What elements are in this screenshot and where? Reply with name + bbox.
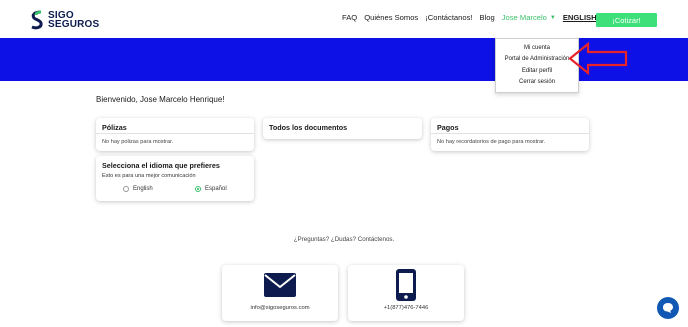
annotation-arrow-icon (568, 42, 628, 75)
user-name: Jose Marcelo (501, 13, 547, 22)
logo-icon (31, 10, 43, 30)
radio-english[interactable]: English (123, 186, 153, 192)
brand-logo[interactable]: SIGO SEGUROS (30, 9, 99, 31)
divider (96, 133, 254, 134)
radio-espanol-label: Español (205, 186, 227, 192)
email-address: info@sigoseguros.com (250, 305, 310, 311)
menu-item-editar-perfil[interactable]: Editar perfil (496, 68, 578, 74)
contact-prompt: ¿Preguntas? ¿Dudas? Contáctenos. (293, 236, 395, 243)
menu-item-cerrar-sesion[interactable]: Cerrar sesión (496, 79, 578, 85)
user-menu-toggle[interactable]: Jose Marcelo ▼ (502, 13, 556, 22)
brand-line-2: SEGUROS (48, 19, 100, 30)
radio-english-label: English (133, 186, 153, 192)
language-switch[interactable]: ENGLISH (563, 13, 597, 22)
menu-item-portal-admin[interactable]: Portal de Administración (496, 56, 578, 62)
user-dropdown-menu: Mi cuenta Portal de Administración Edita… (495, 38, 579, 93)
pagos-card[interactable]: Pagos No hay recordatorios de pago para … (431, 118, 589, 151)
nav-contactanos[interactable]: ¡Contáctanos! (425, 13, 472, 22)
phone-number: +1(877)476-7446 (383, 305, 429, 311)
email-contact-card[interactable]: info@sigoseguros.com (222, 265, 338, 321)
nav-faq[interactable]: FAQ (342, 13, 357, 22)
polizas-card[interactable]: Pólizas No hay polizas para mostrar. (96, 118, 254, 151)
envelope-icon (264, 273, 296, 297)
caret-down-icon: ▼ (549, 14, 556, 21)
radio-unchecked-icon (123, 186, 129, 192)
radio-checked-icon (195, 186, 201, 192)
divider (431, 133, 589, 134)
chat-bubble-icon (663, 303, 673, 313)
cotizar-button[interactable]: ¡Cotizar! (596, 13, 657, 27)
nav-quienes-somos[interactable]: Quiénes Somos (364, 13, 418, 22)
radio-espanol[interactable]: Español (195, 186, 227, 192)
polizas-empty-text: No hay polizas para mostrar. (102, 139, 174, 145)
main-nav: FAQ Quiénes Somos ¡Contáctanos! Blog Jos… (342, 13, 605, 22)
chat-widget-button[interactable] (657, 297, 679, 319)
phone-contact-card[interactable]: +1(877)476-7446 (348, 265, 464, 321)
phone-icon (396, 269, 416, 301)
documentos-card[interactable]: Todos los documentos (263, 118, 422, 139)
site-header: SIGO SEGUROS FAQ Quiénes Somos ¡Contácta… (0, 0, 688, 38)
pagos-title: Pagos (437, 123, 459, 132)
nav-blog[interactable]: Blog (480, 13, 495, 22)
menu-item-mi-cuenta[interactable]: Mi cuenta (496, 45, 578, 51)
pagos-empty-text: No hay recordatorios de pago para mostra… (437, 139, 546, 145)
language-card-title: Selecciona el idioma que prefieres (102, 161, 220, 170)
language-preference-card: Selecciona el idioma que prefieres Esto … (96, 156, 254, 201)
language-card-subtitle: Esto es para una mejor comunicación (102, 173, 196, 179)
welcome-message: Bienvenido, Jose Marcelo Henrique! (96, 95, 225, 104)
documentos-title: Todos los documentos (269, 123, 348, 132)
polizas-title: Pólizas (102, 123, 127, 132)
